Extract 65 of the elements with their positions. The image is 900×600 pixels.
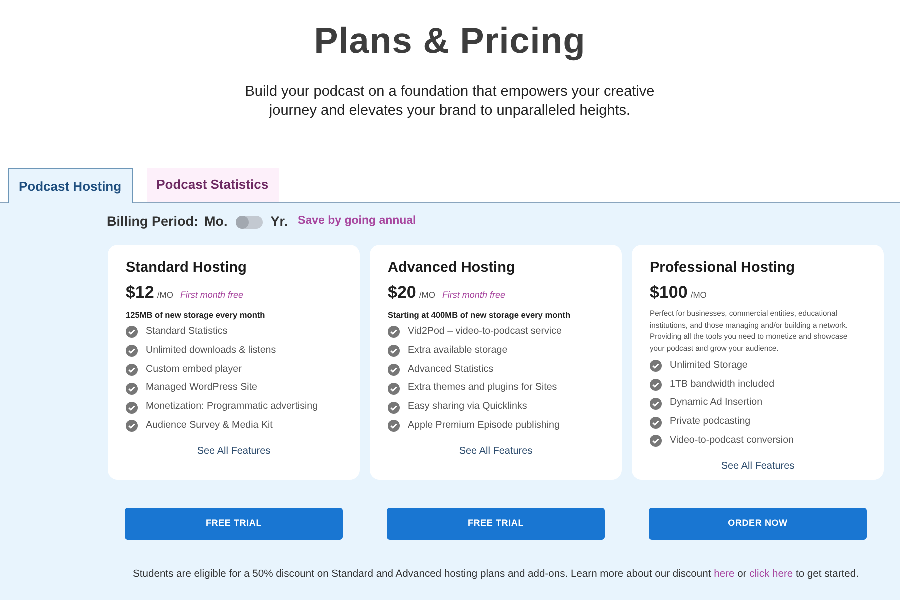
check-icon: [388, 420, 400, 432]
check-icon: [126, 326, 138, 338]
check-icon: [650, 379, 662, 391]
plan-title: Advanced Hosting: [388, 259, 516, 277]
monthly-label: Mo.: [204, 212, 228, 231]
check-icon: [126, 402, 138, 414]
feature-text: Standard Statistics: [146, 325, 228, 340]
intro-text: Build your podcast on a foundation that empowers your creative journey and elevates your brand to unparalleled heights.: [244, 83, 656, 121]
plan-price: $100: [650, 283, 688, 303]
student-discount-note: Students are eligible for a 50% discount on Standard and Advanced hosting plans and add-ons. Learn more about our discount here or click here to get started.: [132, 568, 860, 582]
footer-link[interactable]: here: [714, 569, 735, 580]
price-period: /MO: [419, 289, 436, 302]
check-icon: [126, 382, 138, 395]
feature-text: Audience Survey & Media Kit: [146, 419, 273, 434]
promo-text: First month free: [180, 289, 244, 302]
check-icon: [126, 420, 138, 432]
plan-title: Standard Hosting: [126, 259, 248, 277]
feature-text: Advanced Statistics: [408, 362, 494, 377]
feature-text: Video-to-podcast conversion: [670, 434, 794, 448]
check-icon: [126, 345, 138, 358]
see-all-features-link[interactable]: See All Features: [459, 444, 533, 459]
savings-note: Save by going annual: [298, 214, 416, 230]
check-icon: [650, 398, 662, 410]
feature-text: 1TB bandwidth included: [670, 378, 775, 392]
see-all-features-link[interactable]: See All Features: [197, 444, 271, 459]
check-icon: [650, 416, 662, 429]
feature-text: Unlimited Storage: [670, 358, 748, 373]
tab[interactable]: Podcast Statistics: [146, 168, 279, 202]
footer-link[interactable]: click here: [750, 569, 794, 580]
feature-text: Private podcasting: [670, 415, 751, 430]
feature-text: Vid2Pod – video-to-podcast service: [408, 325, 562, 340]
check-icon: [388, 345, 400, 358]
check-icon: [650, 435, 662, 448]
feature-text: Apple Premium Episode publishing: [408, 419, 560, 434]
plan-price: $20: [388, 283, 416, 303]
check-icon: [388, 382, 400, 395]
plan-action-button[interactable]: ORDER NOW: [649, 508, 867, 540]
annual-label: Yr.: [270, 212, 288, 231]
feature-text: Easy sharing via Quicklinks: [408, 400, 528, 414]
feature-text: Managed WordPress Site: [146, 381, 258, 396]
plan-action-button[interactable]: FREE TRIAL: [387, 508, 605, 540]
promo-text: First month free: [442, 289, 506, 302]
storage-note: Starting at 400MB of new storage every month: [388, 309, 572, 321]
plan-title: Professional Hosting: [650, 259, 796, 277]
feature-text: Monetization: Programmatic advertising: [146, 400, 318, 414]
plan-action-button[interactable]: FREE TRIAL: [125, 508, 343, 540]
feature-text: Unlimited downloads & listens: [146, 344, 276, 358]
billing-toggle[interactable]: [236, 216, 263, 228]
check-icon: [650, 360, 662, 372]
feature-text: Extra themes and plugins for Sites: [408, 381, 558, 396]
storage-note: 125MB of new storage every month: [126, 309, 266, 321]
check-icon: [126, 364, 138, 376]
plan-price: $12: [126, 283, 154, 303]
feature-text: Dynamic Ad Insertion: [670, 396, 763, 410]
billing-period-label: Billing Period:: [107, 212, 199, 231]
check-icon: [388, 326, 400, 338]
price-period: /MO: [690, 289, 707, 302]
see-all-features-link[interactable]: See All Features: [721, 458, 795, 474]
price-period: /MO: [157, 289, 174, 302]
page-title: Plans & Pricing: [313, 19, 587, 62]
check-icon: [388, 402, 400, 414]
tab[interactable]: Podcast Hosting: [8, 168, 133, 203]
feature-text: Extra available storage: [408, 344, 508, 358]
check-icon: [388, 364, 400, 376]
feature-text: Custom embed player: [146, 362, 242, 377]
